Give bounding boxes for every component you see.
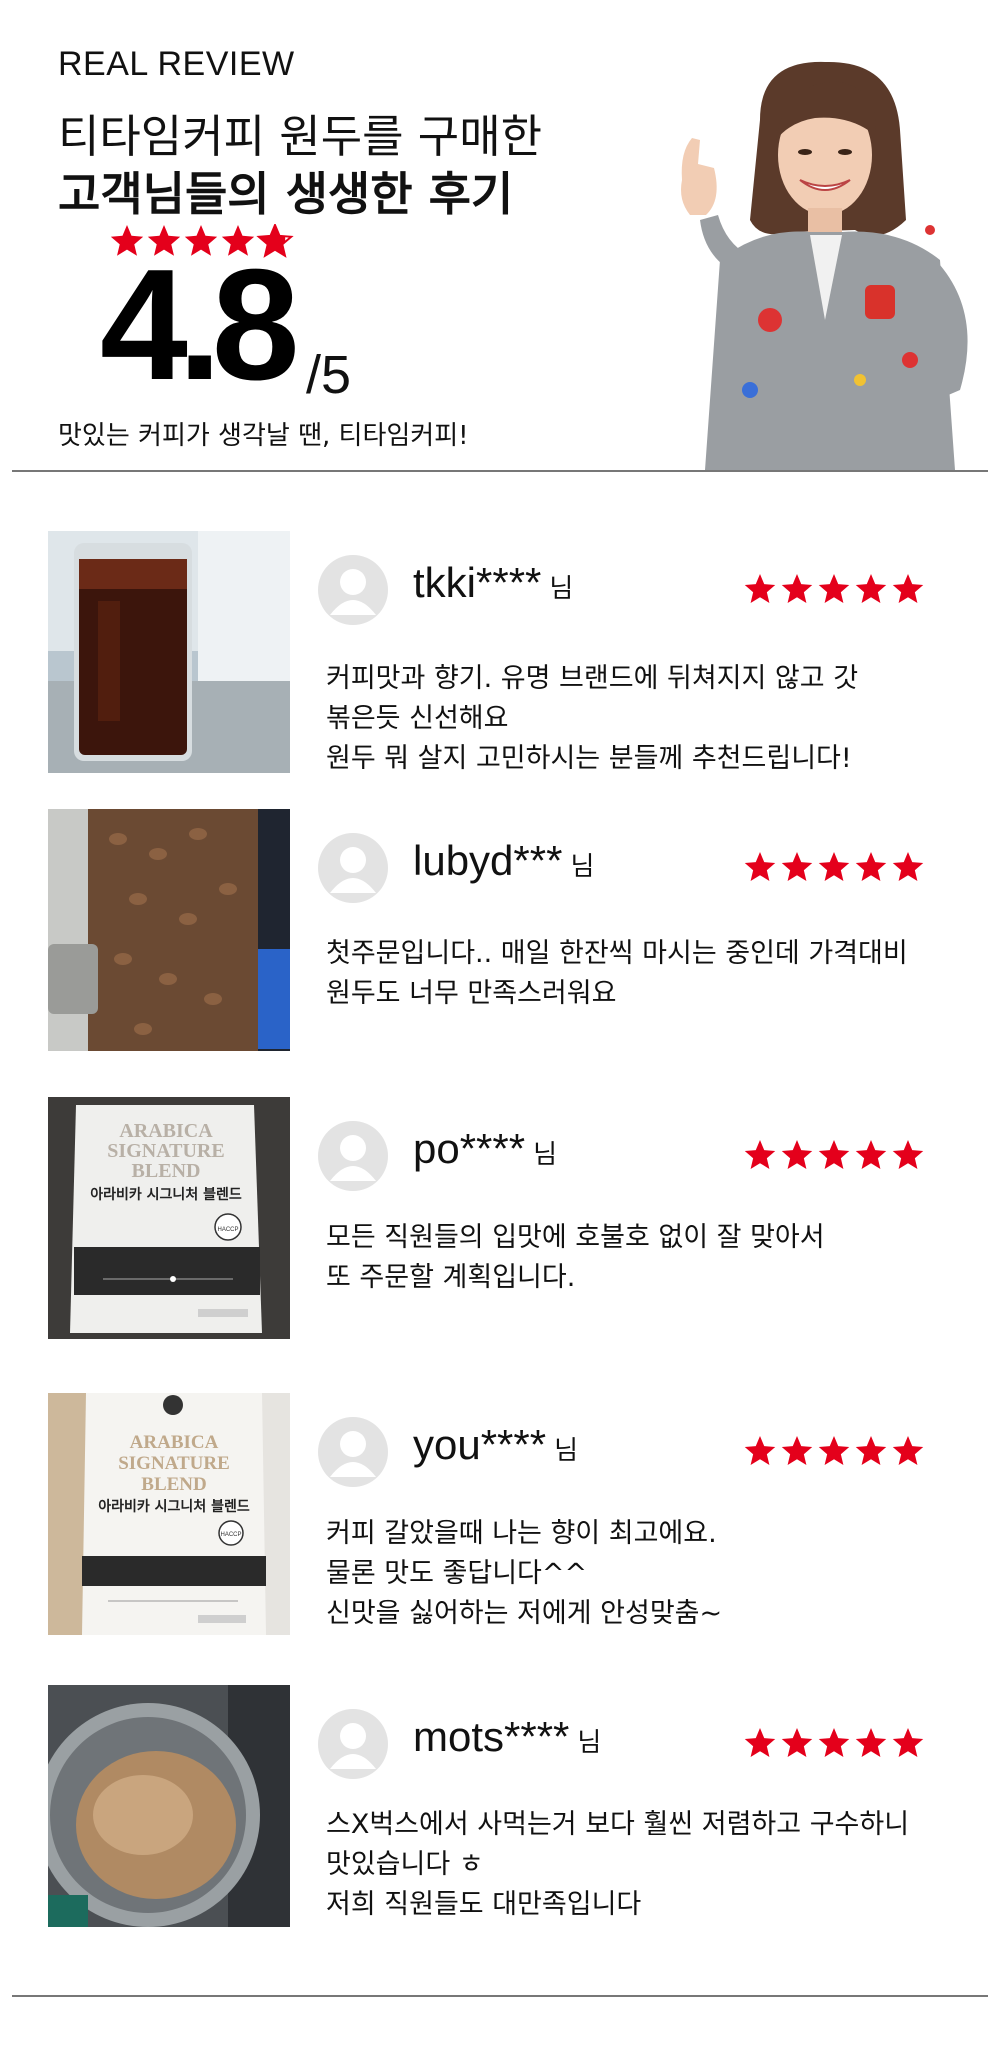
review-line: 커피맛과 향기. 유명 브랜드에 뒤쳐지지 않고 갓: [326, 663, 859, 694]
star-icon: [744, 1436, 776, 1465]
star-icon: [744, 574, 776, 603]
review-text: 모든 직원들의 입맛에 호불호 없이 잘 맞아서 또 주문할 계획입니다.: [326, 1218, 986, 1298]
headline-line-1: 티타임커피 원두를 구매한: [58, 110, 543, 163]
review-text: 스X벅스에서 사먹는거 보다 훨씬 저렴하고 구수하니 맛있습니다 ㅎ 저희 직…: [326, 1805, 986, 1925]
star-icon: [818, 1436, 850, 1465]
section-label: REAL REVIEW: [58, 45, 295, 83]
presenter-photo: [681, 61, 968, 470]
review-line: 신맛을 싫어하는 저에게 안성맞춤~: [326, 1598, 723, 1629]
svg-text:ARABICA: ARABICA: [119, 1120, 213, 1142]
svg-text:아라비카 시그니처 블렌드: 아라비카 시그니처 블렌드: [90, 1186, 242, 1203]
review-line: 첫주문입니다.. 매일 한잔씩 마시는 중인데 가격대비: [326, 938, 908, 969]
star-icon: [892, 1728, 924, 1757]
user-avatar-icon: [318, 1121, 388, 1191]
honorific: 님: [554, 1436, 579, 1466]
review-card: ARABICA SIGNATURE BLEND 아라비카 시그니처 블렌드 HA…: [0, 1097, 1000, 1341]
review-line: 원두도 너무 만족스러워요: [326, 978, 617, 1009]
review-photo-iced-coffee[interactable]: [48, 531, 290, 773]
review-photo-coffee-bag[interactable]: ARABICA SIGNATURE BLEND 아라비카 시그니처 블렌드 HA…: [48, 1097, 290, 1339]
review-photo-coffee-tumbler[interactable]: [48, 1685, 290, 1927]
tagline: 맛있는 커피가 생각날 땐, 티타임커피!: [58, 421, 469, 451]
star-icon: [744, 1728, 776, 1757]
star-icon: [855, 1728, 887, 1757]
review-text: 커피 갈았을때 나는 향이 최고에요. 물론 맛도 좋답니다^^ 신맛을 싫어하…: [326, 1514, 986, 1634]
review-stars: [744, 1140, 924, 1169]
review-stars: [744, 852, 924, 881]
review-text: 첫주문입니다.. 매일 한잔씩 마시는 중인데 가격대비 원두도 너무 만족스러…: [326, 934, 986, 1014]
reviewer-name: po**** 님: [413, 1125, 558, 1172]
star-icon: [744, 852, 776, 881]
review-photo-coffee-bag-light[interactable]: ARABICA SIGNATURE BLEND 아라비카 시그니처 블렌드 HA…: [48, 1393, 290, 1635]
honorific: 님: [570, 852, 595, 882]
review-card: tkki**** 님 커피맛과 향기. 유명 브랜드에 뒤쳐지지 않고 갓 볶은듯…: [0, 531, 1000, 775]
star-icon: [892, 1436, 924, 1465]
user-avatar-icon: [318, 833, 388, 903]
reviewer-name: tkki**** 님: [413, 559, 574, 606]
star-icon: [744, 1140, 776, 1169]
review-line: 커피 갈았을때 나는 향이 최고에요.: [326, 1518, 717, 1549]
review-line: 스X벅스에서 사먹는거 보다 훨씬 저렴하고 구수하니: [326, 1809, 910, 1840]
headline-line-2: 고객님들의 생생한 후기: [58, 167, 514, 221]
svg-text:ARABICA: ARABICA: [130, 1432, 219, 1453]
star-icon: [892, 852, 924, 881]
star-icon: [818, 574, 850, 603]
review-line: 원두 뭐 살지 고민하시는 분들께 추천드립니다!: [326, 743, 852, 774]
review-card: mots**** 님 스X벅스에서 사먹는거 보다 훨씬 저렴하고 구수하니 맛있…: [0, 1685, 1000, 1929]
star-icon: [818, 852, 850, 881]
review-header: REAL REVIEW 티타임커피 원두를 구매한 고객님들의 생생한 후기 4…: [0, 0, 1000, 470]
star-icon: [855, 1436, 887, 1465]
star-icon: [855, 852, 887, 881]
honorific: 님: [533, 1140, 558, 1170]
review-line: 모든 직원들의 입맛에 호불호 없이 잘 맞아서: [326, 1222, 825, 1253]
review-line: 볶은듯 신선해요: [326, 703, 509, 734]
star-icon: [781, 1436, 813, 1465]
review-line: 또 주문할 계획입니다.: [326, 1262, 576, 1293]
review-card: ARABICA SIGNATURE BLEND 아라비카 시그니처 블렌드 HA…: [0, 1393, 1000, 1637]
svg-text:BLEND: BLEND: [132, 1160, 201, 1182]
reviewer-name: you**** 님: [413, 1421, 579, 1468]
review-line: 맛있습니다 ㅎ: [326, 1849, 484, 1880]
honorific: 님: [549, 574, 574, 604]
user-avatar-icon: [318, 1709, 388, 1779]
star-icon: [892, 574, 924, 603]
reviewer-name: lubyd*** 님: [413, 837, 595, 884]
review-photo-coffee-beans[interactable]: [48, 809, 290, 1051]
review-line: 저희 직원들도 대만족입니다: [326, 1889, 642, 1920]
rating-max: /5: [306, 345, 352, 405]
svg-text:BLEND: BLEND: [141, 1474, 206, 1495]
star-icon: [781, 852, 813, 881]
header-divider: [12, 470, 988, 472]
star-icon: [818, 1140, 850, 1169]
star-icon: [781, 1140, 813, 1169]
svg-text:SIGNATURE: SIGNATURE: [107, 1140, 224, 1162]
star-icon: [855, 1140, 887, 1169]
svg-text:아라비카 시그니처 블렌드: 아라비카 시그니처 블렌드: [98, 1498, 250, 1515]
review-line: 물론 맛도 좋답니다^^: [326, 1558, 588, 1589]
star-icon: [781, 574, 813, 603]
review-stars: [744, 574, 924, 603]
review-text: 커피맛과 향기. 유명 브랜드에 뒤쳐지지 않고 갓 볶은듯 신선해요 원두 뭐…: [326, 659, 986, 779]
star-icon: [818, 1728, 850, 1757]
reviewer-name: mots**** 님: [413, 1713, 602, 1760]
svg-text:HACCP: HACCP: [220, 1532, 241, 1538]
review-stars: [744, 1436, 924, 1465]
footer-divider: [12, 1995, 988, 1997]
star-icon: [781, 1728, 813, 1757]
review-card: lubyd*** 님 첫주문입니다.. 매일 한잔씩 마시는 중인데 가격대비 원…: [0, 809, 1000, 1053]
svg-text:HACCP: HACCP: [217, 1227, 238, 1233]
svg-text:SIGNATURE: SIGNATURE: [118, 1453, 230, 1474]
user-avatar-icon: [318, 1417, 388, 1487]
star-icon: [892, 1140, 924, 1169]
star-icon: [855, 574, 887, 603]
review-stars: [744, 1728, 924, 1757]
honorific: 님: [577, 1728, 602, 1758]
rating-score: 4.8: [100, 237, 300, 413]
user-avatar-icon: [318, 555, 388, 625]
